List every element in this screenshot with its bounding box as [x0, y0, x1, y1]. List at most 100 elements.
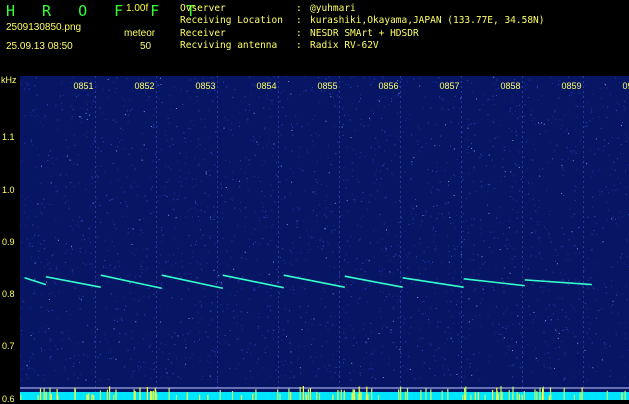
info-row-observer: Ovserver:@yuhmari [180, 3, 545, 15]
baseline-spike [93, 395, 94, 400]
baseline-spike [447, 389, 448, 400]
baseline-spike [107, 390, 108, 400]
baseline-spike [378, 395, 379, 400]
baseline-spike [220, 390, 221, 400]
signal-trace [162, 275, 223, 288]
baseline-spike [359, 392, 360, 400]
meteor-count: 50 [140, 41, 151, 52]
x-tick-label: 0852 [135, 81, 155, 91]
signal-trace [284, 275, 345, 287]
baseline-spike [540, 396, 541, 400]
baseline-spike [420, 390, 421, 400]
baseline-spike [113, 395, 114, 400]
y-tick-label: 1.1 [2, 132, 15, 142]
baseline-spike [176, 395, 177, 400]
baseline-spike [485, 395, 486, 400]
baseline-spike [169, 388, 170, 400]
baseline-spike [352, 393, 353, 400]
baseline-spike [564, 388, 565, 400]
spectrogram-plot [20, 76, 629, 400]
file-name: 2509130850.png [6, 22, 81, 33]
signal-trace [46, 277, 101, 287]
baseline-spike [100, 391, 101, 401]
baseline-spike [621, 393, 622, 400]
baseline-spike [398, 389, 399, 400]
baseline-spike [252, 394, 253, 400]
baseline-spike [319, 393, 320, 400]
baseline-spike [465, 395, 466, 400]
baseline-spike [519, 394, 520, 400]
baseline-spike [306, 395, 307, 400]
baseline-spike [522, 395, 523, 400]
baseline-spike [371, 389, 372, 400]
baseline-spike [430, 392, 431, 400]
baseline-spike [512, 394, 513, 400]
baseline-spike [156, 394, 157, 400]
signal-trace [101, 275, 162, 288]
y-tick-label: 0.9 [2, 237, 15, 247]
baseline-spike [86, 395, 87, 401]
info-label: Recviving antenna [180, 40, 296, 52]
baseline-spike [498, 394, 499, 401]
baseline-spike [300, 387, 301, 400]
baseline-band [20, 392, 629, 400]
baseline-spike [517, 392, 518, 400]
x-tick-label: 0855 [318, 81, 338, 91]
y-tick-label: 0.8 [2, 289, 15, 299]
x-tick-label: 0854 [257, 81, 277, 91]
baseline-spike [442, 391, 443, 400]
baseline-spike [542, 389, 543, 400]
baseline-spike [407, 389, 408, 401]
baseline-spike [241, 395, 242, 400]
baseline-spike [354, 390, 355, 401]
meteor-label: meteor [124, 28, 155, 39]
x-tick-label: 0856 [379, 81, 399, 91]
baseline-spike [332, 395, 333, 400]
signal-trace [345, 276, 403, 287]
baseline-spike [40, 389, 41, 400]
info-row-receiver: Receiver:NESDR SMArt + HDSDR [180, 28, 545, 40]
x-tick-label: 0853 [196, 81, 216, 91]
baseline-spike [509, 390, 510, 400]
baseline-spike [500, 386, 501, 400]
info-row-location: Receiving Location:kurashiki,Okayama,JAP… [180, 15, 545, 27]
info-label: Receiving Location [180, 15, 296, 27]
baseline-spike [199, 395, 200, 400]
baseline-spike [358, 394, 359, 400]
baseline-spike [478, 392, 479, 400]
signal-trace [525, 280, 592, 285]
baseline-spike [310, 388, 311, 400]
baseline-spike [75, 389, 76, 400]
baseline-spike [400, 387, 401, 400]
baseline-spike [46, 392, 47, 400]
baseline-spike [308, 389, 309, 400]
baseline-spike [405, 392, 406, 400]
baseline-spike [470, 395, 471, 400]
baseline-spike [366, 395, 367, 400]
baseline-spike [187, 392, 188, 400]
baseline-spike [625, 391, 626, 400]
baseline-spike [147, 387, 148, 400]
baseline-spike [57, 395, 58, 400]
baseline-spike [462, 395, 463, 400]
app-logo: H R O F F T [6, 2, 204, 20]
signal-trace [223, 275, 284, 288]
baseline-spike [279, 394, 280, 400]
baseline-spike [135, 391, 136, 400]
baseline-spike [232, 391, 233, 400]
baseline-spike [341, 390, 342, 400]
x-tick-label: 0851 [74, 81, 94, 91]
y-axis-title: kHz [1, 75, 17, 85]
baseline-spike [344, 390, 345, 400]
spectrogram-svg [20, 76, 629, 400]
baseline-spike [255, 389, 256, 400]
baseline-spike [153, 391, 154, 400]
baseline-spike [536, 391, 537, 400]
baseline-spike [139, 387, 140, 400]
y-tick-label: 1.0 [2, 185, 15, 195]
baseline-spike [134, 389, 135, 400]
baseline-spike [550, 395, 551, 400]
info-value: @yuhmari [310, 3, 356, 14]
info-label: Receiver [180, 28, 296, 40]
baseline-spike [475, 392, 476, 400]
